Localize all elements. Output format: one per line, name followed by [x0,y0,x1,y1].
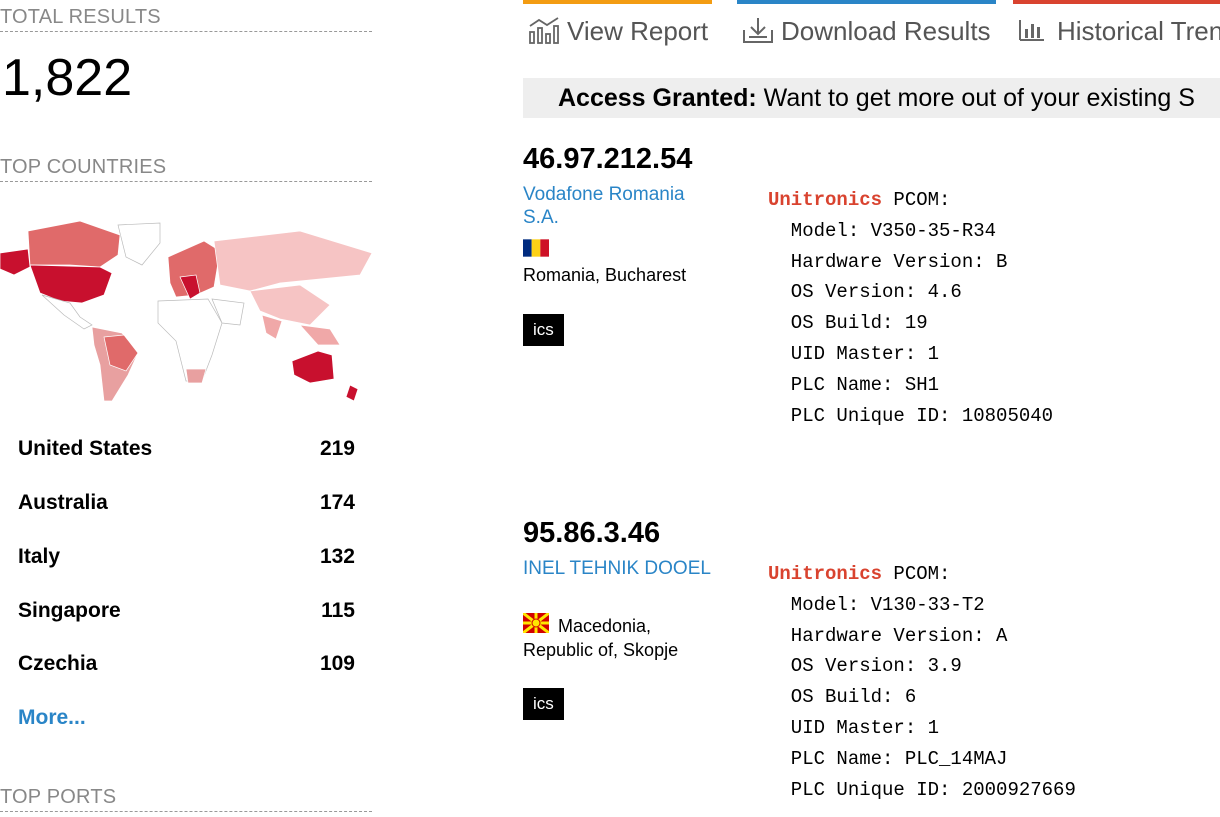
summary-panel: TOTAL RESULTS 1,822 TOP COUNTRIES United… [0,0,372,815]
result-location: Macedonia, Republic of, Skopje [523,616,679,660]
result-ip[interactable]: 46.97.212.54 [523,143,692,176]
country-name: Italy [18,545,61,568]
tab-accent-bar [737,0,996,4]
result-ip[interactable]: 95.86.3.46 [523,517,660,550]
country-count: 132 [319,545,355,568]
banner-line: Hardware Version: A [768,624,1008,647]
banner-line: OS Build: 19 [768,312,928,335]
world-map [0,220,372,402]
banner-line: Model: V130-33-T2 [768,593,985,616]
country-row-italy[interactable]: Italy 132 [18,545,355,575]
tag-ics[interactable]: ics [523,314,564,346]
result-location: Romania, Bucharest [523,265,687,285]
country-name: Singapore [18,599,121,622]
banner-line: PLC Unique ID: 10805040 [768,404,1054,427]
country-name: Australia [18,491,108,514]
banner-line: UID Master: 1 [768,342,940,365]
tag-ics[interactable]: ics [523,688,564,720]
service-banner: Unitronics PCOM: Model: V350-35-R34 Hard… [768,185,1053,431]
tab-historical-trends[interactable]: Historical Tren [1013,0,1220,50]
country-name: United States [18,437,153,460]
banner-line: OS Version: 4.6 [768,281,962,304]
top-ports-heading: TOP PORTS [0,786,372,812]
result-org-link[interactable]: Vodafone Romania S.A. [523,183,723,229]
access-granted-banner[interactable]: Access Granted: Want to get more out of … [523,78,1220,118]
chart-icon [529,17,559,44]
download-icon [743,18,773,43]
banner-line: Model: V350-35-R34 [768,219,997,242]
banner-line: OS Version: 3.9 [768,655,962,678]
tab-label: Download Results [781,16,991,46]
banner-line: UID Master: 1 [768,716,940,739]
tab-accent-bar [1013,0,1220,4]
service-banner: Unitronics PCOM: Model: V130-33-T2 Hardw… [768,559,1076,805]
vendor-name: Unitronics [768,563,883,585]
country-count: 174 [319,491,355,514]
country-row-united-states[interactable]: United States 219 [18,437,355,467]
top-countries-heading: TOP COUNTRIES [0,156,372,182]
banner-line: OS Build: 6 [768,686,917,709]
banner-header: Unitronics PCOM: [768,185,1053,216]
protocol-name: PCOM: [882,563,951,585]
country-row-australia[interactable]: Australia 174 [18,491,355,521]
tab-accent-bar [523,0,712,4]
country-row-czechia[interactable]: Czechia 109 [18,652,355,682]
protocol-name: PCOM: [882,189,951,211]
banner-header: Unitronics PCOM: [768,559,1076,590]
banner-line: Hardware Version: B [768,250,1008,273]
country-count: 109 [319,652,355,675]
country-name: Czechia [18,652,98,675]
total-results-value: 1,822 [2,49,133,107]
tab-label: View Report [567,16,709,46]
banner-bold-text: Access Granted: [558,84,757,112]
country-count: 115 [321,599,355,622]
result-item: 95.86.3.46 INEL TEHNIK DOOEL Macedonia, … [523,517,1220,817]
banner-line: PLC Name: PLC_14MAJ [768,747,1008,770]
result-org-link[interactable]: INEL TEHNIK DOOEL [523,557,723,580]
total-results-heading: TOTAL RESULTS [0,6,372,32]
tab-view-report[interactable]: View Report [523,0,712,50]
country-row-singapore[interactable]: Singapore 115 [18,599,355,629]
result-item: 46.97.212.54 Vodafone Romania S.A. Roman… [523,143,1220,443]
vendor-name: Unitronics [768,189,883,211]
country-count: 219 [319,437,355,460]
romania-flag-icon [523,239,549,257]
banner-line: PLC Name: SH1 [768,373,940,396]
banner-line: PLC Unique ID: 2000927669 [768,778,1076,801]
tab-label: Historical Tren [1057,16,1220,46]
banner-text: Want to get more out of your existing S [756,84,1195,112]
tab-download-results[interactable]: Download Results [737,0,996,50]
more-countries-link[interactable]: More... [18,706,86,730]
bar-chart-icon [1019,20,1044,41]
